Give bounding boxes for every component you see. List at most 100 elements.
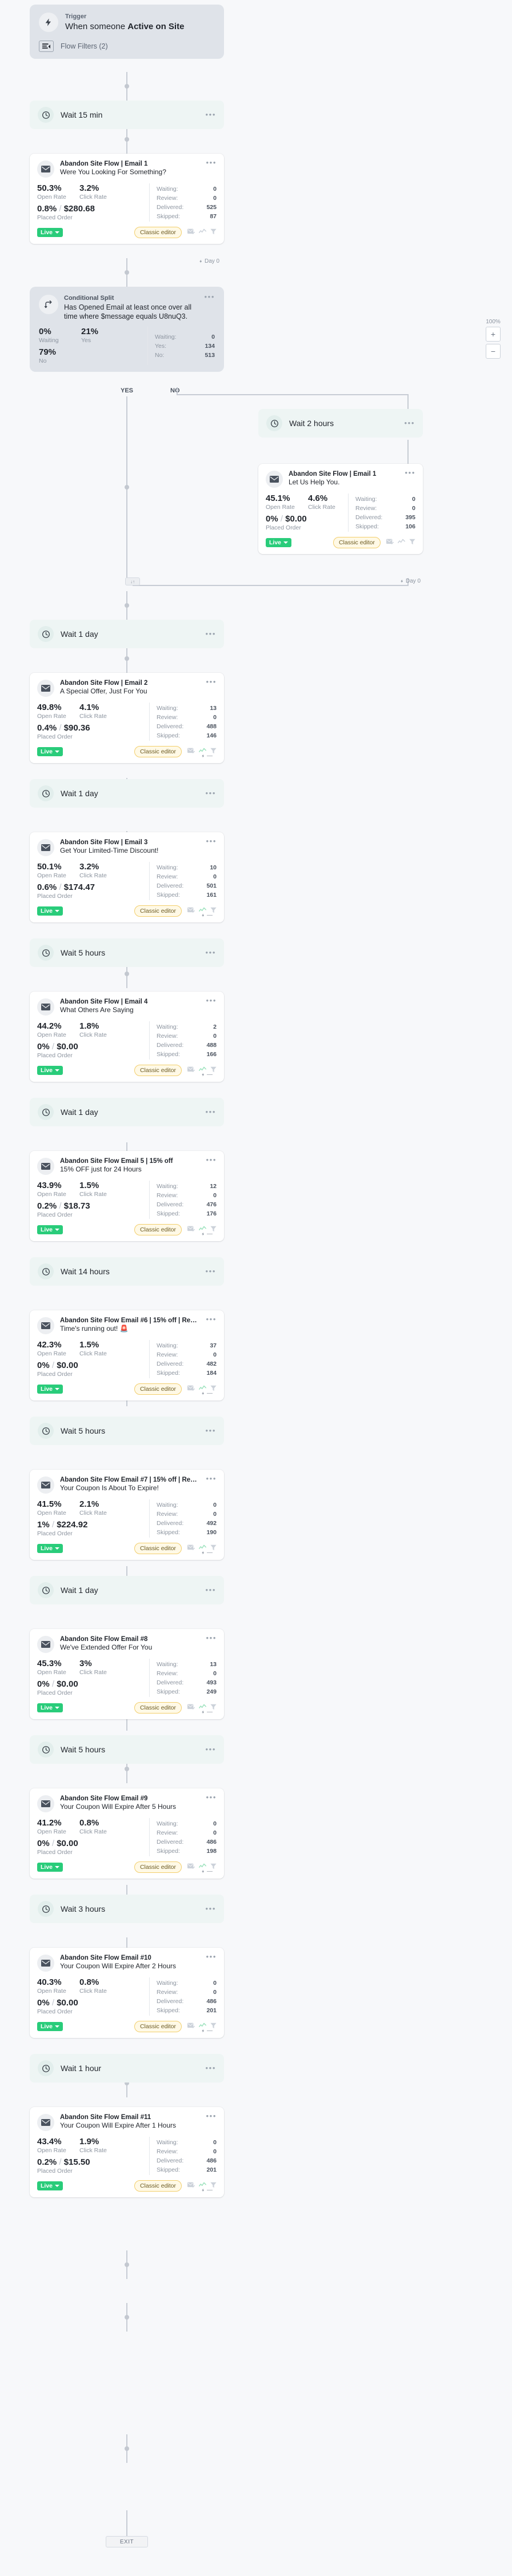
wait-menu-button[interactable]: ••• [206,111,216,118]
clock-icon [266,415,282,431]
email-menu-button[interactable]: ••• [206,1793,217,1801]
preview-email-icon[interactable] [187,2021,195,2032]
email-menu-button[interactable]: ••• [206,2112,217,2120]
email-card-11[interactable]: Abandon Site Flow Email #10 Your Coupon W… [30,1948,224,2038]
classic-editor-button[interactable]: Classic editor [134,1861,182,1873]
classic-editor-button[interactable]: Classic editor [134,746,182,757]
wait-menu-button[interactable]: ••• [206,2064,216,2072]
wait-menu-button[interactable]: ••• [206,1108,216,1116]
wait-menu-button[interactable]: ••• [206,1905,216,1912]
email-menu-button[interactable]: ••• [206,159,217,166]
wait-node-9[interactable]: Wait 1 day ••• [30,1576,224,1604]
envelope-icon [266,471,283,488]
email-menu-button[interactable]: ••• [206,1475,217,1482]
live-status-dropdown[interactable]: Live [37,1703,63,1712]
wait-node-7[interactable]: Wait 14 hours ••• [30,1257,224,1286]
classic-editor-button[interactable]: Classic editor [134,1383,182,1395]
email-card-2[interactable]: Abandon Site Flow | Email 1 Let Us Help … [258,464,423,554]
wait-node-1[interactable]: Wait 15 min ••• [30,101,224,129]
wait-node-11[interactable]: Wait 3 hours ••• [30,1895,224,1923]
email-menu-button[interactable]: ••• [206,678,217,685]
classic-editor-button[interactable]: Classic editor [134,1543,182,1554]
live-status-dropdown[interactable]: Live [37,1544,63,1553]
conditional-split-node[interactable]: Conditional Split Has Opened Email at le… [30,287,224,372]
zoom-in-button[interactable]: + [486,327,501,342]
zoom-controls[interactable]: 100% + − [483,319,503,361]
email-menu-button[interactable]: ••• [206,1315,217,1323]
live-status-dropdown[interactable]: Live [266,538,292,547]
live-status-dropdown[interactable]: Live [37,1066,63,1075]
preview-email-icon[interactable] [187,1384,195,1394]
analytics-icon[interactable] [398,537,405,548]
funnel-icon[interactable] [409,537,415,548]
email-card-7[interactable]: Abandon Site Flow Email #6 | 15% off | R… [30,1310,224,1401]
wait-menu-button[interactable]: ••• [206,1746,216,1753]
preview-email-icon[interactable] [187,906,195,916]
click-rate-metric: 4.6% Click Rate [308,493,335,511]
email-name: Abandon Site Flow Email #8 [60,1636,148,1643]
funnel-icon[interactable] [210,227,217,238]
email-card-5[interactable]: Abandon Site Flow | Email 4 What Others A… [30,992,224,1082]
wait-node-10[interactable]: Wait 5 hours ••• [30,1735,224,1764]
zoom-out-button[interactable]: − [486,344,501,359]
classic-editor-button[interactable]: Classic editor [134,2180,182,2192]
wait-menu-button[interactable]: ••• [206,949,216,956]
preview-email-icon[interactable] [187,1543,195,1554]
email-card-6[interactable]: Abandon Site Flow Email 5 | 15% off 15% O… [30,1151,224,1241]
email-card-9[interactable]: Abandon Site Flow Email #8 We've Extended… [30,1629,224,1719]
email-menu-button[interactable]: ••• [405,469,415,476]
wait-menu-button[interactable]: ••• [206,1267,216,1275]
email-card-8[interactable]: Abandon Site Flow Email #7 | 15% off | R… [30,1470,224,1560]
live-status-dropdown[interactable]: Live [37,906,63,916]
live-status-dropdown[interactable]: Live [37,747,63,756]
classic-editor-button[interactable]: Classic editor [134,905,182,917]
classic-editor-button[interactable]: Classic editor [134,1065,182,1076]
preview-email-icon[interactable] [187,747,195,757]
classic-editor-button[interactable]: Classic editor [134,1224,182,1235]
live-status-dropdown[interactable]: Live [37,1863,63,1872]
preview-email-icon[interactable] [187,2181,195,2191]
live-status-dropdown[interactable]: Live [37,2181,63,2190]
wait-node-8[interactable]: Wait 5 hours ••• [30,1417,224,1445]
email-card-3[interactable]: Abandon Site Flow | Email 2A Special Off… [30,673,224,763]
email-card-10[interactable]: Abandon Site Flow Email #9 Your Coupon Wi… [30,1788,224,1879]
preview-email-icon[interactable] [187,1065,195,1076]
wait-node-5[interactable]: Wait 5 hours ••• [30,938,224,967]
email-card-12[interactable]: Abandon Site Flow Email #11 Your Coupon W… [30,2107,224,2197]
preview-email-icon[interactable] [187,1862,195,1872]
preview-email-icon[interactable] [187,227,195,238]
preview-email-icon[interactable] [187,1703,195,1713]
live-status-dropdown[interactable]: Live [37,1385,63,1394]
preview-email-icon[interactable] [187,1225,195,1235]
classic-editor-button[interactable]: Classic editor [134,227,182,238]
classic-editor-button[interactable]: Classic editor [134,2021,182,2032]
wait-node-6[interactable]: Wait 1 day ••• [30,1098,224,1126]
wait-node-3[interactable]: Wait 1 day ••• [30,620,224,648]
wait-node-2[interactable]: Wait 2 hours ••• [258,409,423,438]
classic-editor-button[interactable]: Classic editor [333,537,381,548]
wait-menu-button[interactable]: ••• [206,1427,216,1434]
email-menu-button[interactable]: ••• [206,997,217,1004]
wait-menu-button[interactable]: ••• [405,419,415,427]
email-menu-button[interactable]: ••• [206,1156,217,1163]
wait-menu-button[interactable]: ••• [206,1586,216,1594]
live-status-dropdown[interactable]: Live [37,2022,63,2031]
analytics-icon[interactable] [199,227,206,238]
exit-node[interactable]: EXIT [106,2536,148,2547]
email-menu-button[interactable]: ••• [206,1953,217,1960]
wait-menu-button[interactable]: ••• [206,789,216,797]
email-menu-button[interactable]: ••• [206,1634,217,1642]
wait-node-12[interactable]: Wait 1 hour ••• [30,2054,224,2083]
wait-node-4[interactable]: Wait 1 day ••• [30,779,224,808]
email-card-4[interactable]: Abandon Site Flow | Email 3 Get Your Limi… [30,832,224,922]
live-status-dropdown[interactable]: Live [37,228,63,237]
preview-email-icon[interactable] [386,537,394,548]
live-status-dropdown[interactable]: Live [37,1225,63,1234]
wait-menu-button[interactable]: ••• [206,630,216,637]
split-menu-button[interactable]: ••• [205,293,215,300]
flow-filters[interactable]: Flow Filters (2) [39,41,215,52]
email-menu-button[interactable]: ••• [206,837,217,845]
trigger-node[interactable]: Trigger When someone Active on Site Flow… [30,5,224,59]
classic-editor-button[interactable]: Classic editor [134,1702,182,1714]
email-card-1[interactable]: Abandon Site Flow | Email 1 Were You Loo… [30,154,224,244]
